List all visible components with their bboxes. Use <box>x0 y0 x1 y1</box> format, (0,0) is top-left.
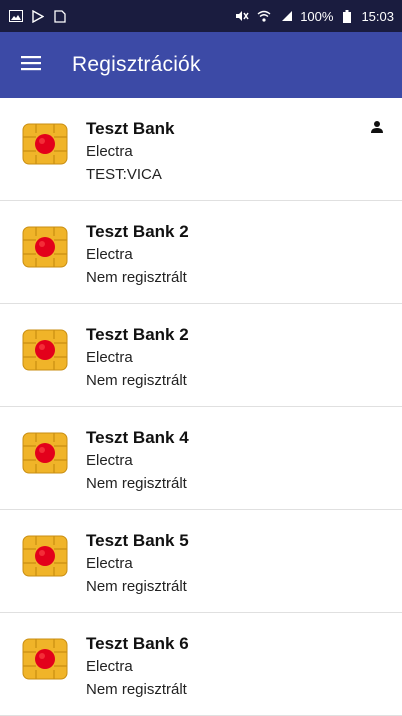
wifi-icon <box>256 9 272 23</box>
registration-status: Nem regisztrált <box>86 578 187 595</box>
person-icon <box>370 120 384 134</box>
registration-texts: Teszt Bank 6 Electra Nem regisztrált <box>86 633 189 701</box>
bank-type: Electra <box>86 658 133 675</box>
bank-type: Electra <box>86 246 133 263</box>
registration-status: TEST:VICA <box>86 166 162 183</box>
status-bar: 100% 15:03 <box>0 0 402 32</box>
registration-status: Nem regisztrált <box>86 372 187 389</box>
registration-item[interactable]: Teszt Bank 5 Electra Nem regisztrált <box>0 510 402 613</box>
registration-item[interactable]: Teszt Bank 4 Electra Nem regisztrált <box>0 407 402 510</box>
chip-card-icon <box>22 638 68 680</box>
status-right: 100% 15:03 <box>234 9 394 24</box>
chip-card-icon <box>22 535 68 577</box>
registration-item[interactable]: Teszt Bank 6 Electra Nem regisztrált <box>0 613 402 716</box>
signal-icon <box>278 9 294 23</box>
registration-texts: Teszt Bank 2 Electra Nem regisztrált <box>86 324 189 392</box>
registration-status: Nem regisztrált <box>86 681 187 698</box>
registration-status: Nem regisztrált <box>86 269 187 286</box>
bank-name: Teszt Bank <box>86 119 175 138</box>
registration-status: Nem regisztrált <box>86 475 187 492</box>
battery-percent: 100% <box>300 8 334 24</box>
bank-type: Electra <box>86 452 133 469</box>
play-store-icon <box>30 9 46 23</box>
bank-type: Electra <box>86 555 133 572</box>
status-left <box>8 9 68 23</box>
hamburger-menu-icon <box>21 55 41 76</box>
chip-card-icon <box>22 226 68 268</box>
registration-item[interactable]: Teszt Bank 2 Electra Nem regisztrált <box>0 201 402 304</box>
menu-button[interactable] <box>0 32 62 98</box>
clock: 15:03 <box>361 8 394 24</box>
registration-texts: Teszt Bank 4 Electra Nem regisztrált <box>86 427 189 495</box>
page-title: Regisztrációk <box>72 53 201 76</box>
registration-item[interactable]: Teszt Bank 2 Electra Nem regisztrált <box>0 304 402 407</box>
file-icon <box>52 9 68 23</box>
registration-list: Teszt Bank Electra TEST:VICA Teszt Bank … <box>0 98 402 716</box>
app-bar: Regisztrációk <box>0 32 402 98</box>
bank-type: Electra <box>86 143 133 160</box>
chip-card-icon <box>22 123 68 165</box>
bank-name: Teszt Bank 2 <box>86 325 189 344</box>
bank-type: Electra <box>86 349 133 366</box>
bank-name: Teszt Bank 6 <box>86 634 189 653</box>
mute-icon <box>234 9 250 23</box>
registration-texts: Teszt Bank Electra TEST:VICA <box>86 118 175 186</box>
bank-name: Teszt Bank 5 <box>86 531 189 550</box>
battery-icon <box>339 9 355 23</box>
registration-texts: Teszt Bank 2 Electra Nem regisztrált <box>86 221 189 289</box>
registration-item[interactable]: Teszt Bank Electra TEST:VICA <box>0 98 402 201</box>
chip-card-icon <box>22 329 68 371</box>
registration-texts: Teszt Bank 5 Electra Nem regisztrált <box>86 530 189 598</box>
chip-card-icon <box>22 432 68 474</box>
bank-name: Teszt Bank 4 <box>86 428 189 447</box>
bank-name: Teszt Bank 2 <box>86 222 189 241</box>
gallery-icon <box>8 9 24 23</box>
